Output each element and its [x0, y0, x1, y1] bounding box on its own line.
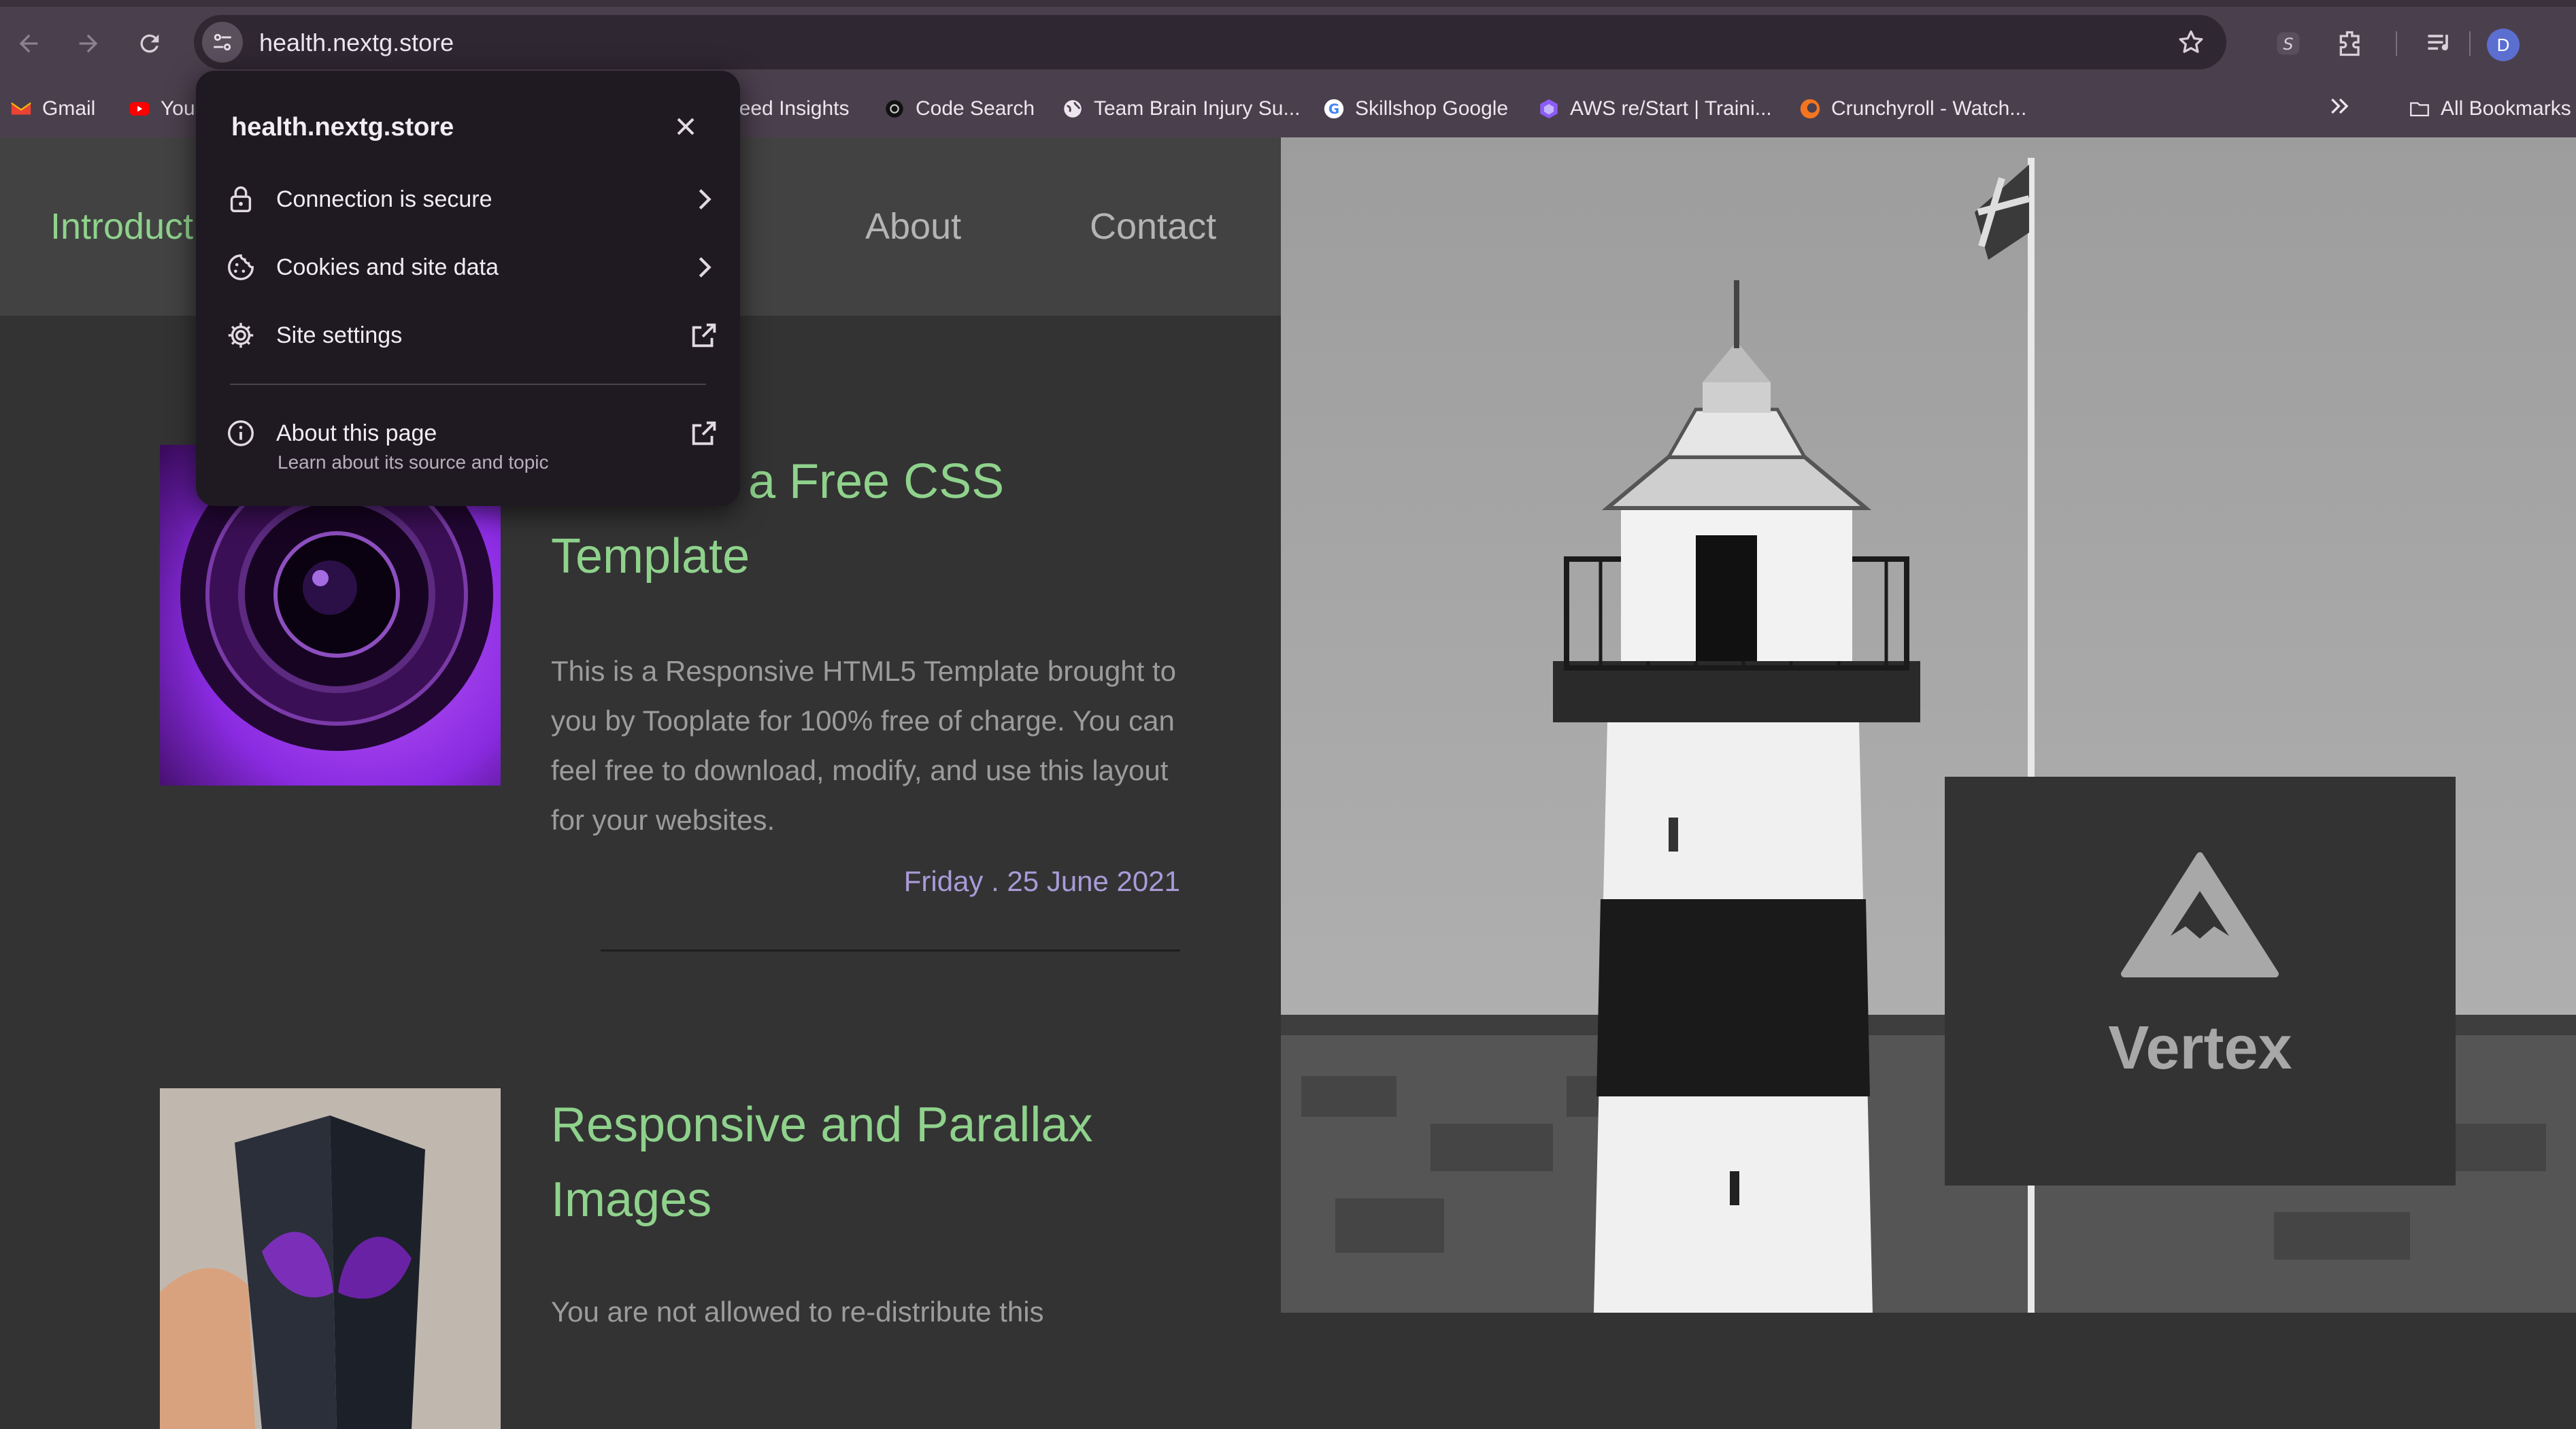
gear-icon	[223, 318, 258, 353]
bookmarks-overflow-chevron-icon[interactable]	[2326, 93, 2354, 120]
back-arrow-icon	[19, 34, 38, 53]
connection-secure-row[interactable]: Connection is secure	[223, 170, 720, 229]
svg-text:S: S	[2283, 35, 2293, 54]
tune-icon	[214, 33, 231, 51]
bookmark-code-search[interactable]: Code Search	[883, 93, 1035, 125]
site-info-popup: health.nextg.store Connection is secure …	[196, 71, 740, 506]
reload-icon	[140, 34, 159, 53]
close-icon[interactable]	[671, 112, 701, 141]
bookmark-crunchyroll[interactable]: Crunchyroll - Watch...	[1799, 93, 2026, 125]
popup-divider	[230, 384, 706, 385]
post-title-line2[interactable]: Template	[551, 520, 1231, 593]
youtube-icon	[128, 97, 151, 120]
code-search-icon	[883, 97, 906, 120]
brand-name: Vertex	[2108, 1014, 2292, 1082]
post-image-foldable-phone	[160, 1088, 501, 1429]
bookmark-youtube[interactable]: You	[128, 93, 195, 125]
site-info-button[interactable]	[202, 22, 243, 63]
aws-icon	[1537, 97, 1560, 120]
address-bar[interactable]: health.nextg.store	[194, 15, 2226, 69]
site-settings-row[interactable]: Site settings	[223, 306, 720, 365]
brand-logo-box[interactable]: Vertex	[1945, 777, 2456, 1186]
tab-strip	[0, 0, 2576, 7]
bookmark-team-brain[interactable]: Team Brain Injury Su...	[1061, 93, 1300, 125]
bookmark-pagespeed[interactable]: peed Insights	[728, 93, 849, 125]
folder-icon	[2408, 97, 2431, 120]
extension-s-icon[interactable]: S	[2272, 27, 2305, 60]
browser-toolbar: health.nextg.store S D	[0, 7, 2576, 80]
profile-avatar[interactable]: D	[2487, 29, 2520, 61]
cookies-site-data-row[interactable]: Cookies and site data	[223, 238, 720, 297]
globe-icon	[1061, 97, 1084, 120]
forward-arrow-icon	[79, 34, 98, 53]
about-page-subtitle: Learn about its source and topic	[278, 452, 549, 473]
post-excerpt: You are not allowed to re-distribute thi…	[551, 1296, 1044, 1328]
post-title-line1[interactable]: Responsive and Parallax	[551, 1088, 1231, 1162]
cookie-icon	[223, 250, 258, 285]
post-date: Friday . 25 June 2021	[903, 865, 1180, 897]
back-button[interactable]	[5, 20, 52, 67]
gmail-icon	[10, 97, 33, 120]
chevron-right-icon	[699, 257, 712, 278]
media-controls-icon[interactable]	[2423, 27, 2456, 60]
google-icon: G	[1322, 97, 1345, 120]
toolbar-divider	[2469, 31, 2471, 56]
chevron-right-icon	[699, 189, 712, 209]
post-excerpt: This is a Responsive HTML5 Template brou…	[551, 655, 1176, 836]
hero-image-panel: Vertex	[1281, 137, 2576, 1313]
crunchyroll-icon	[1799, 97, 1822, 120]
all-bookmarks-folder[interactable]: All Bookmarks	[2408, 93, 2571, 125]
open-in-new-icon	[692, 421, 716, 445]
mountain-logo-icon	[2121, 852, 2279, 977]
extensions-puzzle-icon[interactable]	[2335, 27, 2367, 60]
nav-link-introduction[interactable]: Introduct	[50, 205, 193, 248]
url-text[interactable]: health.nextg.store	[259, 29, 454, 57]
bookmark-gmail[interactable]: Gmail	[10, 93, 95, 125]
bookmark-skillshop[interactable]: G Skillshop Google	[1322, 93, 1508, 125]
nav-link-contact[interactable]: Contact	[1090, 205, 1216, 248]
post-title-line2[interactable]: Images	[551, 1163, 1231, 1237]
nav-link-about[interactable]: About	[865, 205, 961, 248]
forward-button[interactable]	[65, 20, 112, 67]
post-divider	[601, 949, 1180, 952]
info-icon	[223, 416, 258, 451]
open-in-new-icon	[692, 323, 716, 348]
popup-title: health.nextg.store	[231, 113, 454, 141]
bookmark-star-icon[interactable]	[2176, 27, 2206, 57]
svg-text:G: G	[1328, 101, 1339, 117]
bookmark-aws-restart[interactable]: AWS re/Start | Traini...	[1537, 93, 1772, 125]
lock-icon	[223, 182, 258, 217]
toolbar-divider	[2396, 31, 2397, 56]
reload-button[interactable]	[127, 20, 173, 67]
